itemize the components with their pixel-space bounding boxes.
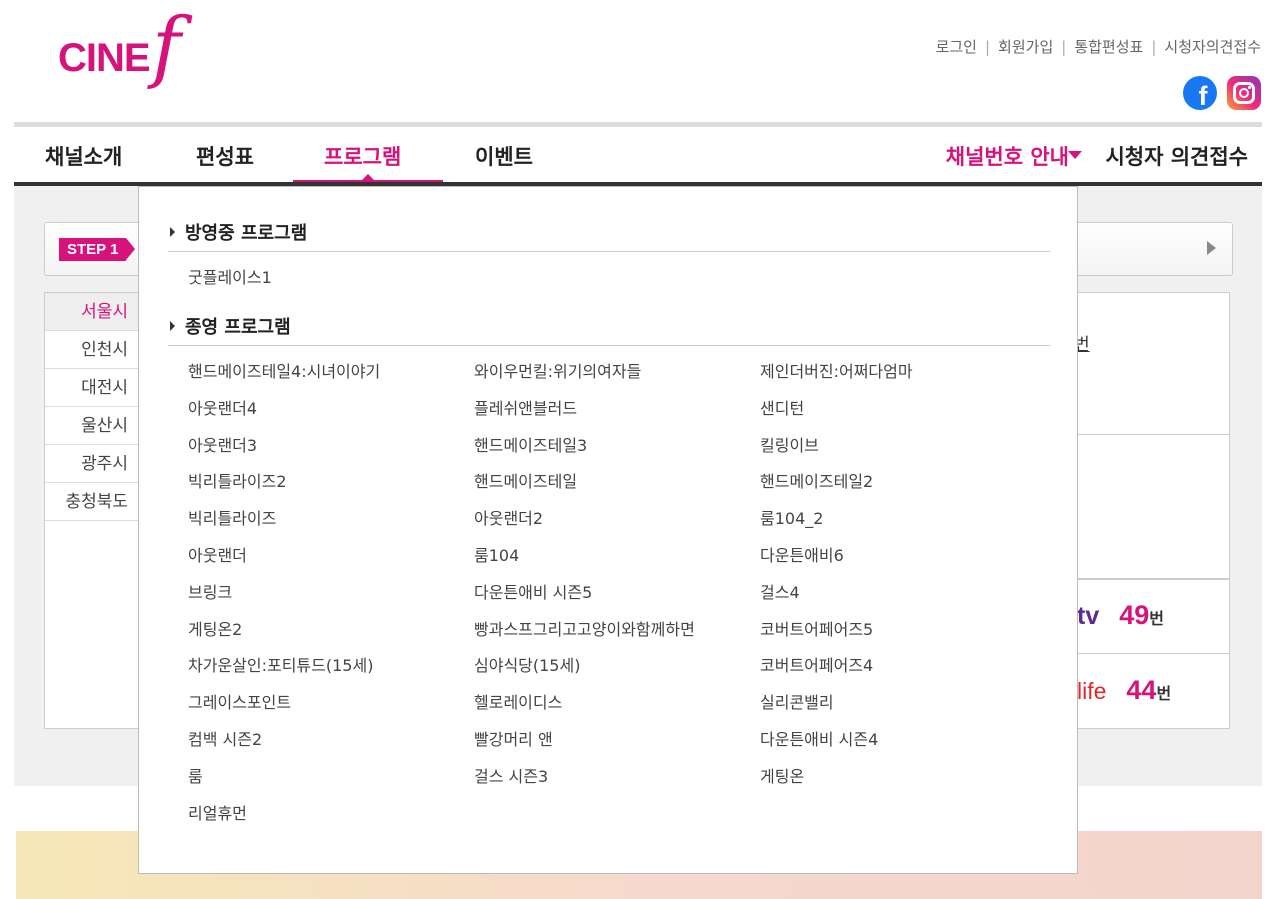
- nav-schedule[interactable]: 편성표: [196, 141, 254, 171]
- program-link[interactable]: 다운튼애비6: [760, 542, 844, 566]
- program-link[interactable]: 게팅온2: [188, 616, 242, 640]
- on-air-heading: 방영중 프로그램: [170, 219, 307, 245]
- feedback-link[interactable]: 시청자의견접수: [1164, 36, 1261, 57]
- program-link[interactable]: 핸드메이즈테일: [474, 468, 577, 492]
- provider-logo: life: [1077, 678, 1107, 704]
- facebook-icon[interactable]: f: [1183, 76, 1217, 110]
- program-link[interactable]: 빅리틀라이즈: [188, 505, 276, 529]
- top-links: 로그인 | 회원가입 | 통합편성표 | 시청자의견접수: [936, 36, 1261, 57]
- instagram-glyph: [1233, 82, 1255, 104]
- nav-program[interactable]: 프로그램: [324, 141, 401, 171]
- program-link[interactable]: 코버트어페어즈4: [760, 652, 873, 676]
- facebook-glyph: f: [1198, 81, 1208, 110]
- program-link[interactable]: 룸104_2: [760, 505, 823, 529]
- region-item-chungbuk[interactable]: 충청북도: [45, 483, 140, 521]
- dropdown-divider: [168, 251, 1050, 252]
- program-link[interactable]: 헬로레이디스: [474, 689, 562, 713]
- region-item-ulsan[interactable]: 울산시: [45, 407, 140, 445]
- channel-unit: 번: [1156, 686, 1172, 703]
- program-link[interactable]: 걸스 시즌3: [474, 763, 548, 787]
- program-link[interactable]: 굿플레이스1: [188, 264, 272, 288]
- program-link[interactable]: 그레이스포인트: [188, 689, 291, 713]
- program-link[interactable]: 빨강머리 앤: [474, 726, 553, 750]
- panel-divider: [1077, 434, 1229, 435]
- signup-link[interactable]: 회원가입: [998, 36, 1053, 57]
- program-link[interactable]: 심야식당(15세): [474, 652, 580, 676]
- program-link[interactable]: 킬링이브: [760, 432, 819, 456]
- program-link[interactable]: 플레쉬앤블러드: [474, 395, 577, 419]
- schedule-link[interactable]: 통합편성표: [1074, 36, 1143, 57]
- panel-divider: [1077, 578, 1229, 580]
- chevron-right-icon[interactable]: [1207, 241, 1216, 255]
- program-link[interactable]: 아웃랜더3: [188, 432, 257, 456]
- provider-logo: tv: [1077, 602, 1100, 630]
- viewer-feedback-button[interactable]: 시청자 의견접수: [1105, 141, 1248, 171]
- program-link[interactable]: 샌디턴: [760, 395, 804, 419]
- region-item-daejeon[interactable]: 대전시: [45, 369, 140, 407]
- program-dropdown: 방영중 프로그램 굿플레이스1 종영 프로그램 핸드메이즈테일4:시녀이야기아웃…: [138, 186, 1078, 874]
- channel-number: 49: [1119, 600, 1150, 630]
- main-nav: 채널소개 편성표 프로그램 이벤트 채널번호 안내 시청자 의견접수: [14, 127, 1262, 185]
- channel-unit: 번: [1149, 611, 1165, 628]
- program-link[interactable]: 아웃랜더2: [474, 505, 543, 529]
- program-link[interactable]: 핸드메이즈테일2: [760, 468, 873, 492]
- sns-links: f: [1183, 76, 1261, 110]
- program-link[interactable]: 실리콘밸리: [760, 689, 834, 713]
- program-link[interactable]: 룸104: [474, 542, 519, 566]
- region-item-seoul[interactable]: 서울시: [45, 293, 140, 331]
- logo-text: CINE: [58, 36, 151, 80]
- program-link[interactable]: 게팅온: [760, 763, 804, 787]
- nav-event[interactable]: 이벤트: [475, 141, 533, 171]
- logo-f: f: [152, 2, 181, 92]
- program-link[interactable]: 걸스4: [760, 579, 800, 603]
- nav-channel-intro[interactable]: 채널소개: [45, 141, 122, 171]
- region-item-incheon[interactable]: 인천시: [45, 331, 140, 369]
- region-list: 서울시 인천시 대전시 울산시 광주시 충청북도: [45, 293, 140, 521]
- program-link[interactable]: 코버트어페어즈5: [760, 616, 873, 640]
- program-link[interactable]: 아웃랜더4: [188, 395, 257, 419]
- program-link[interactable]: 리얼휴먼: [188, 800, 247, 824]
- login-link[interactable]: 로그인: [936, 36, 977, 57]
- program-link[interactable]: 빵과스프그리고고양이와함께하면: [474, 616, 695, 640]
- cinef-logo[interactable]: CINE f: [58, 8, 208, 98]
- step-badge: STEP 1: [59, 238, 136, 261]
- ended-heading: 종영 프로그램: [170, 313, 291, 339]
- program-link[interactable]: 아웃랜더: [188, 542, 247, 566]
- program-link[interactable]: 룸: [188, 763, 203, 787]
- program-link[interactable]: 브링크: [188, 579, 232, 603]
- panel-divider: [1077, 653, 1229, 654]
- program-link[interactable]: 와이우먼킬:위기의여자들: [474, 358, 641, 382]
- dropdown-divider: [168, 345, 1050, 346]
- channel-number: 44: [1126, 675, 1157, 705]
- program-link[interactable]: 차가운살인:포티튜드(15세): [188, 652, 373, 676]
- divider: |: [1151, 37, 1157, 56]
- program-link[interactable]: 다운튼애비 시즌4: [760, 726, 878, 750]
- channel-row: tv 49번: [1077, 600, 1164, 631]
- program-link[interactable]: 다운튼애비 시즌5: [474, 579, 592, 603]
- program-link[interactable]: 핸드메이즈테일3: [474, 432, 587, 456]
- channel-guide-button[interactable]: 채널번호 안내: [946, 141, 1069, 171]
- program-link[interactable]: 컴백 시즌2: [188, 726, 262, 750]
- program-link[interactable]: 제인더버진:어쩌다엄마: [760, 358, 913, 382]
- chevron-down-icon[interactable]: [1068, 151, 1082, 159]
- divider: |: [984, 37, 991, 56]
- program-link[interactable]: 핸드메이즈테일4:시녀이야기: [188, 358, 380, 382]
- program-link[interactable]: 빅리틀라이즈2: [188, 468, 287, 492]
- divider: |: [1061, 37, 1067, 56]
- channel-row: life 44번: [1077, 675, 1171, 706]
- region-item-gwangju[interactable]: 광주시: [45, 445, 140, 483]
- instagram-icon[interactable]: [1227, 76, 1261, 110]
